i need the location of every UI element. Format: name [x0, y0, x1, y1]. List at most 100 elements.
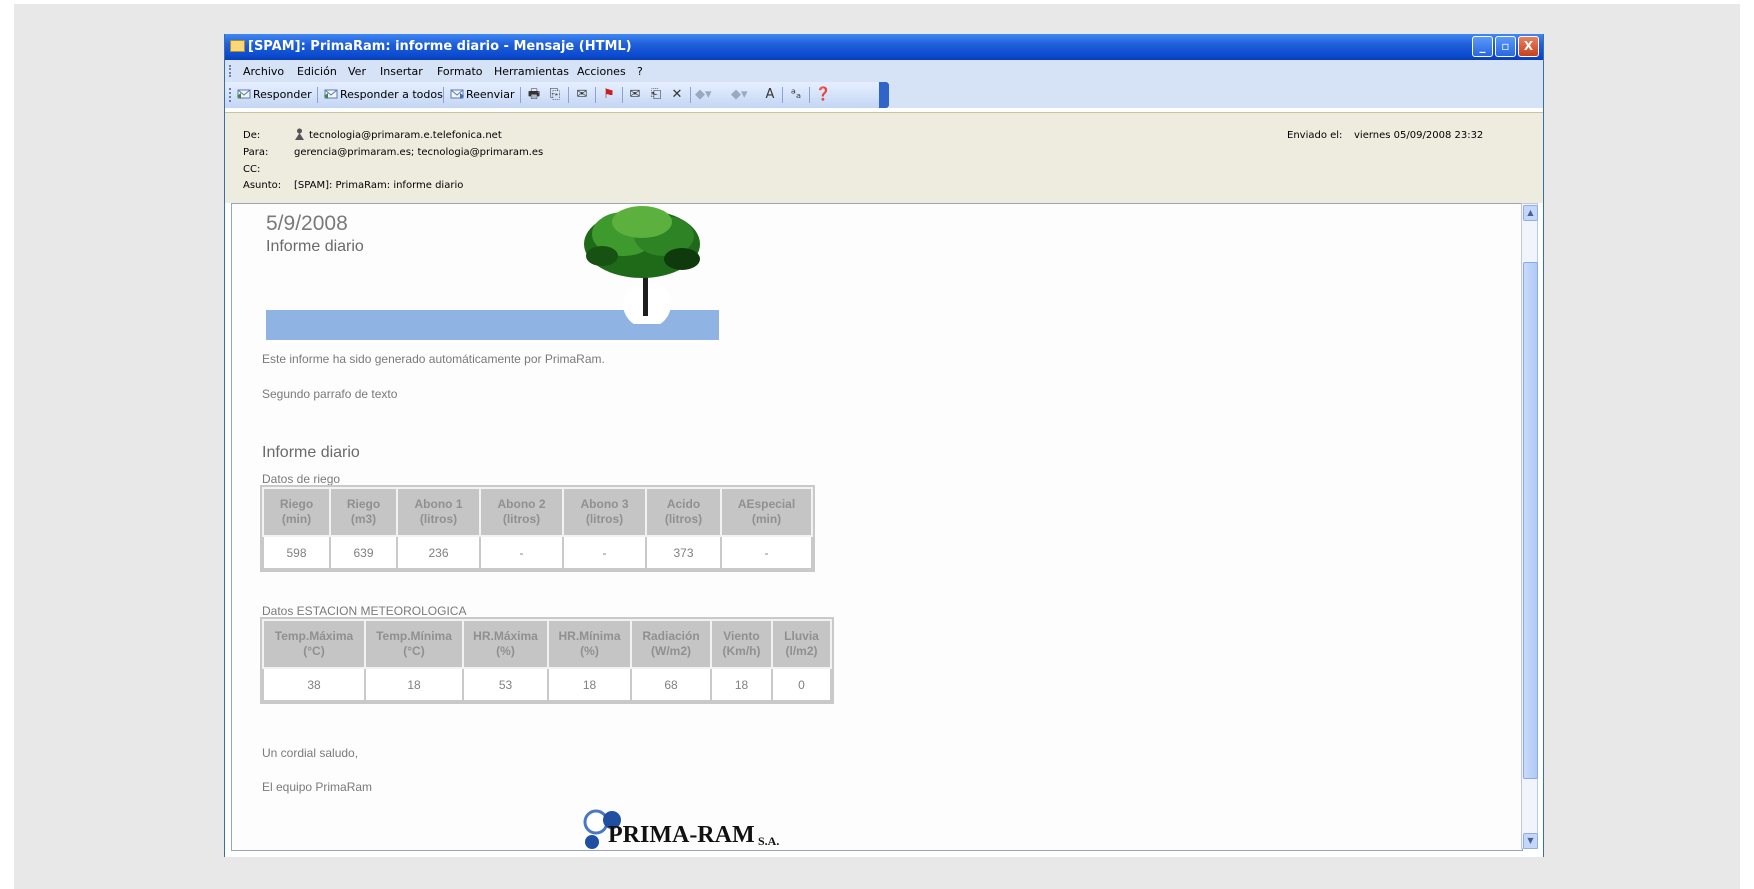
- table-header-row: Temp.Máxima (°C) Temp.Mínima (°C) HR.Máxim…: [262, 619, 832, 669]
- forward-label: Reenviar: [466, 88, 515, 101]
- font-size-button[interactable]: A: [762, 87, 778, 103]
- closing-paragraph: Un cordial saludo,: [262, 746, 359, 760]
- menu-insertar[interactable]: Insertar: [380, 65, 423, 78]
- menu-bar: Archivo Edición Ver Insertar Formato Her…: [225, 60, 1543, 82]
- menu-archivo[interactable]: Archivo: [243, 65, 284, 78]
- next-item-icon[interactable]: ◆▾: [731, 87, 748, 103]
- intro-paragraph: Este informe ha sido generado automática…: [262, 352, 605, 366]
- menu-edicion[interactable]: Edición: [297, 65, 337, 78]
- table-header-cell: Riego (m3): [329, 487, 398, 537]
- help-icon[interactable]: ❓: [815, 87, 831, 103]
- toolbar-background: [889, 82, 1543, 108]
- menu-grip[interactable]: [229, 65, 233, 77]
- report-heading: Informe diario: [262, 444, 360, 461]
- table-header-cell: Abono 2 (litros): [479, 487, 564, 537]
- table-header-cell: Temp.Máxima (°C): [262, 619, 366, 669]
- vertical-scrollbar[interactable]: ▲ ▼: [1521, 203, 1538, 849]
- table-header-cell: HR.Mínima (%): [547, 619, 632, 669]
- subject-value: [SPAM]: PrimaRam: informe diario: [294, 180, 464, 191]
- table-header-cell: Acido (litros): [645, 487, 722, 537]
- table-header-cell: Riego (min): [262, 487, 331, 537]
- report-subtitle: Informe diario: [266, 238, 364, 255]
- report-date: 5/9/2008: [266, 212, 348, 235]
- to-label: Para:: [243, 147, 269, 158]
- table-cell: 373: [645, 535, 722, 570]
- toolbar-separator: [520, 87, 521, 103]
- table-cell: 236: [396, 535, 481, 570]
- menu-herramientas[interactable]: Herramientas: [494, 65, 569, 78]
- signature-paragraph: El equipo PrimaRam: [262, 780, 373, 794]
- menu-help[interactable]: ?: [637, 65, 643, 78]
- second-paragraph: Segundo parrafo de texto: [262, 387, 398, 401]
- table-row: 598 639 236 - - 373 -: [262, 535, 813, 570]
- riego-caption: Datos de riego: [262, 472, 341, 486]
- reply-all-button[interactable]: Responder a todos: [324, 88, 443, 101]
- table-cell: 18: [710, 667, 773, 702]
- reply-all-icon: [324, 89, 338, 99]
- reply-icon: [237, 89, 251, 99]
- toolbar-separator: [317, 87, 318, 103]
- reply-all-label: Responder a todos: [340, 88, 443, 101]
- menu-ver[interactable]: Ver: [348, 65, 366, 78]
- junk-icon[interactable]: ⎗: [648, 87, 664, 103]
- table-cell: -: [562, 535, 647, 570]
- previous-item-icon[interactable]: ◆▾: [695, 87, 712, 103]
- menu-formato[interactable]: Formato: [437, 65, 483, 78]
- translate-icon[interactable]: ᵃₐ: [788, 87, 804, 103]
- scroll-down-icon[interactable]: ▼: [1523, 833, 1538, 849]
- delete-icon[interactable]: ✕: [669, 87, 685, 103]
- categorize-icon[interactable]: ✉: [627, 87, 643, 103]
- table-header-cell: Viento (Km/h): [710, 619, 773, 669]
- from-value[interactable]: tecnologia@primaram.e.telefonica.net: [294, 128, 502, 141]
- scroll-thumb[interactable]: [1523, 262, 1538, 779]
- move-to-folder-icon[interactable]: ✉: [574, 87, 590, 103]
- toolbar-separator: [782, 87, 783, 103]
- message-window: [SPAM]: PrimaRam: informe diario - Mensa…: [224, 34, 1544, 857]
- forward-icon: [450, 89, 464, 99]
- table-cell: -: [479, 535, 564, 570]
- table-row: 38 18 53 18 68 18 0: [262, 667, 832, 702]
- table-header-cell: Abono 1 (litros): [396, 487, 481, 537]
- reply-button[interactable]: Responder: [237, 88, 312, 101]
- print-icon[interactable]: 🖶: [526, 87, 542, 103]
- copy-icon[interactable]: ⎘: [547, 87, 563, 103]
- table-header-cell: Radiación (W/m2): [630, 619, 712, 669]
- menu-acciones[interactable]: Acciones: [577, 65, 626, 78]
- title-bar[interactable]: [SPAM]: PrimaRam: informe diario - Mensa…: [225, 34, 1543, 60]
- table-cell: 53: [462, 667, 549, 702]
- follow-up-flag-icon[interactable]: ⚑: [601, 87, 617, 103]
- toolbar-separator: [622, 87, 623, 103]
- reply-label: Responder: [253, 88, 312, 101]
- maximize-button[interactable]: ▫: [1495, 36, 1516, 57]
- message-body[interactable]: 5/9/2008 Informe diario Este informe ha …: [231, 203, 1523, 851]
- close-button[interactable]: X: [1518, 36, 1539, 57]
- forward-button[interactable]: Reenviar: [450, 88, 515, 101]
- table-header-cell: Temp.Mínima (°C): [364, 619, 464, 669]
- table-cell: 18: [364, 667, 464, 702]
- table-cell: 639: [329, 535, 398, 570]
- table-cell: 18: [547, 667, 632, 702]
- scroll-up-icon[interactable]: ▲: [1523, 205, 1538, 221]
- table-header-cell: Abono 3 (litros): [562, 487, 647, 537]
- window-title: [SPAM]: PrimaRam: informe diario - Mensa…: [248, 39, 632, 54]
- table-header-cell: HR.Máxima (%): [462, 619, 549, 669]
- cc-label: CC:: [243, 164, 261, 175]
- minimize-button[interactable]: _: [1472, 36, 1493, 57]
- message-header: De: tecnologia@primaram.e.telefonica.net…: [225, 112, 1543, 203]
- to-value[interactable]: gerencia@primaram.es; tecnologia@primara…: [294, 147, 543, 158]
- company-logo: PRIMA-RAM S.A.: [582, 808, 822, 850]
- table-cell: -: [720, 535, 813, 570]
- toolbar-separator: [443, 87, 444, 103]
- table-cell: 0: [771, 667, 832, 702]
- toolbar-grip[interactable]: [229, 88, 233, 102]
- riego-table: Riego (min) Riego (m3) Abono 1 (litros) Abo…: [260, 485, 815, 572]
- toolbar-separator: [568, 87, 569, 103]
- table-header-row: Riego (min) Riego (m3) Abono 1 (litros) Abo…: [262, 487, 813, 537]
- meteo-table: Temp.Máxima (°C) Temp.Mínima (°C) HR.Máxim…: [260, 617, 834, 704]
- person-icon: [295, 128, 304, 140]
- from-label: De:: [243, 130, 261, 141]
- toolbar-options-icon[interactable]: [879, 82, 889, 108]
- toolbar-separator: [809, 87, 810, 103]
- table-header-cell: AEspecial (min): [720, 487, 813, 537]
- table-cell: 68: [630, 667, 712, 702]
